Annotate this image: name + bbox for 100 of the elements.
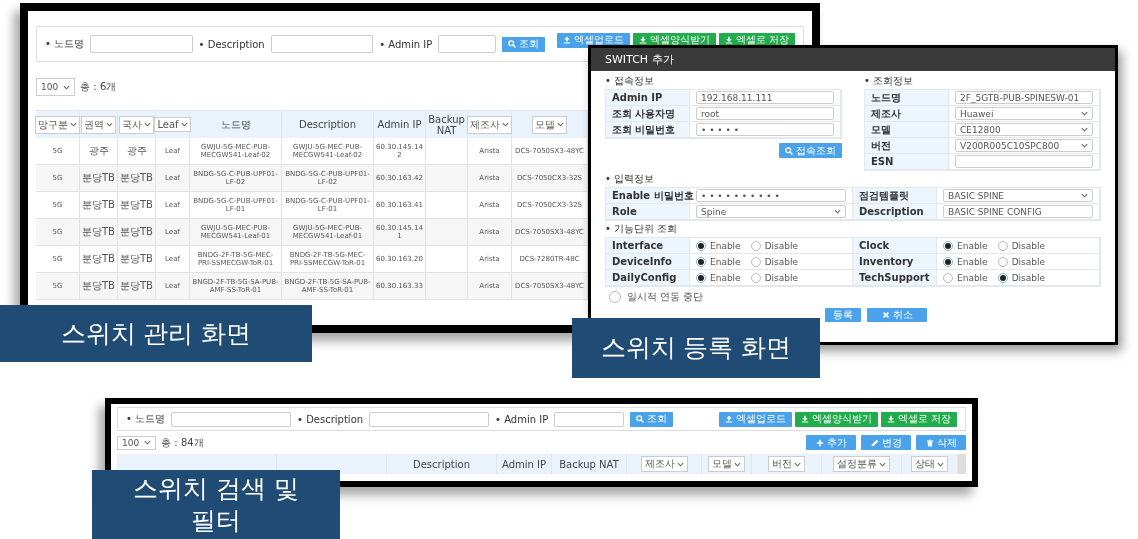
column-filter[interactable]: 제조사	[467, 115, 512, 134]
page-size-select[interactable]: 100	[36, 78, 76, 96]
caret-icon	[834, 209, 841, 214]
field-label: DailyConfig	[606, 270, 690, 286]
column-header: Description	[413, 458, 470, 470]
radio-button[interactable]	[943, 240, 953, 251]
field-label: Description	[853, 204, 937, 220]
trash-icon	[925, 438, 934, 447]
search-icon	[636, 415, 645, 423]
radio-label: Disable	[764, 272, 799, 283]
select-field[interactable]: Huawei	[955, 107, 1093, 120]
caption-label: 스위치 등록 화면	[572, 318, 820, 378]
input-field[interactable]: 2F_5GTB-PUB-SPINESW-01	[955, 91, 1093, 104]
radio-button[interactable]	[696, 272, 706, 283]
input-field[interactable]: • • • • • • • • • •	[696, 189, 846, 202]
column-filter[interactable]: 상태	[911, 456, 948, 472]
table-cell	[426, 273, 468, 300]
field-label: 버전	[865, 138, 949, 154]
total-count: 총 : 6개	[80, 80, 117, 94]
page-size-select[interactable]: 100	[117, 435, 157, 450]
search-field[interactable]	[369, 411, 490, 427]
radio-button[interactable]	[997, 240, 1008, 251]
column-filter[interactable]: 국사	[119, 115, 154, 134]
radio-label: Enable	[957, 272, 988, 283]
caption-label: 스위치 관리 화면	[0, 305, 312, 362]
radio-button[interactable]	[696, 240, 706, 251]
close-icon	[881, 311, 890, 319]
field-label: 제조사	[865, 106, 949, 122]
radio-label: Enable	[957, 240, 988, 251]
caret-icon	[794, 461, 801, 467]
caret-icon	[734, 461, 741, 467]
column-filter[interactable]: 제조사	[640, 456, 688, 472]
field-label: 조회 비밀번호	[606, 122, 690, 138]
select-field[interactable]: Spine	[696, 205, 846, 218]
radio-label: 일시적 연동 중단	[627, 290, 704, 304]
input-field[interactable]: BASIC SPINE CONFIG	[943, 205, 1093, 218]
radio-label: Enable	[957, 256, 988, 267]
radio-button[interactable]	[750, 240, 761, 251]
plus-icon	[815, 438, 824, 447]
caret-icon	[1081, 143, 1088, 148]
radio-button[interactable]	[750, 256, 761, 267]
column-header: Backup NAT	[428, 113, 465, 136]
input-field[interactable]: 192.168.11.111	[696, 91, 834, 104]
radio-label: Enable	[710, 256, 741, 267]
field-label: 조회 사용자명	[606, 106, 690, 122]
caret-icon	[144, 122, 151, 127]
field-label: 점검템플릿	[853, 188, 937, 204]
caret-icon	[1081, 127, 1088, 132]
column-filter[interactable]: 권역	[81, 115, 116, 134]
radio-button[interactable]	[943, 272, 953, 283]
caret-icon	[879, 461, 886, 467]
search-field[interactable]	[438, 35, 496, 53]
table-cell: 분당TB	[80, 219, 118, 246]
column-header: Admin IP	[502, 458, 546, 470]
column-filter[interactable]: Leaf	[154, 117, 191, 132]
radio-button[interactable]	[750, 272, 761, 283]
field-label: • Description	[198, 38, 265, 50]
field-label: Inventory	[853, 254, 937, 270]
radio-label: Enable	[710, 240, 741, 251]
column-header: Description	[299, 119, 356, 130]
section-heading: • 입력정보	[605, 173, 656, 185]
radio-label: Disable	[1011, 256, 1046, 267]
caption-label: 스위치 검색 및 필터	[92, 470, 340, 539]
column-filter[interactable]: 망구분	[35, 115, 80, 134]
search-field[interactable]	[90, 35, 193, 53]
caret-icon	[502, 122, 509, 127]
field-label: Admin IP	[606, 90, 690, 106]
field-label: ESN	[865, 154, 949, 170]
radio-button[interactable]	[943, 256, 953, 267]
radio-label: Disable	[1011, 240, 1046, 251]
field-label: Role	[606, 204, 690, 220]
column-filter[interactable]: 버전	[768, 456, 805, 472]
radio-button[interactable]	[997, 256, 1008, 267]
scrollbar[interactable]	[958, 454, 966, 474]
caret-icon	[1081, 193, 1088, 198]
select-field[interactable]: V200R005C10SPC800	[955, 139, 1093, 152]
table-cell	[426, 219, 468, 246]
column-filter[interactable]: 모델	[708, 456, 745, 472]
column-header: 노드명	[220, 117, 251, 132]
select-field[interactable]: BASIC SPINE	[943, 189, 1093, 202]
search-field[interactable]	[554, 411, 625, 427]
caret-icon	[557, 122, 564, 127]
radio-button[interactable]	[696, 256, 706, 267]
field-label: TechSupport	[853, 270, 937, 286]
input-field[interactable]	[955, 155, 1093, 168]
upload-icon	[562, 36, 571, 44]
input-field[interactable]: • • • • •	[696, 123, 834, 136]
caret-icon	[63, 84, 71, 90]
column-filter[interactable]: 설정분류	[833, 456, 890, 472]
pencil-icon	[870, 438, 879, 447]
search-field[interactable]	[171, 411, 292, 427]
search-icon	[785, 146, 793, 155]
radio-button[interactable]	[997, 272, 1008, 283]
search-field[interactable]	[270, 35, 374, 53]
column-filter[interactable]: 모델	[532, 115, 567, 134]
field-label: Interface	[606, 238, 690, 254]
input-field[interactable]: root	[696, 107, 834, 120]
field-label: 모델	[865, 122, 949, 138]
select-field[interactable]: CE12800	[955, 123, 1093, 136]
radio-label: Disable	[1011, 272, 1046, 283]
